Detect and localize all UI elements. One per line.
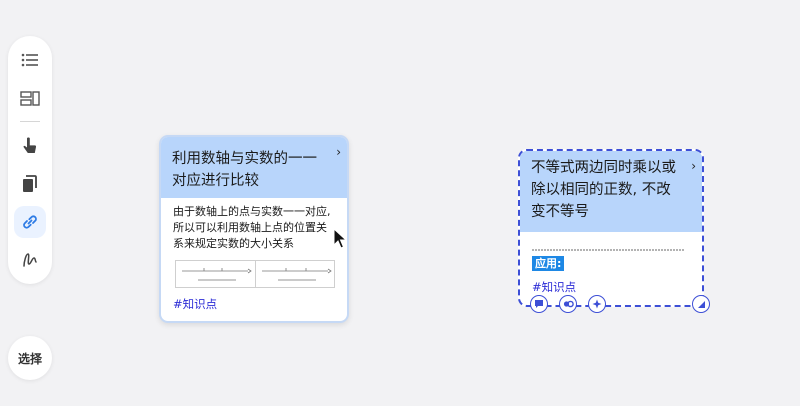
- application-badge: 应用:: [532, 256, 565, 271]
- card-layout-icon[interactable]: [14, 82, 46, 114]
- list-view-icon[interactable]: [14, 44, 46, 76]
- comment-icon[interactable]: [530, 295, 548, 313]
- chevron-right-icon[interactable]: ›: [691, 155, 696, 177]
- left-toolbar: [8, 36, 52, 284]
- mouse-cursor-icon: [333, 228, 347, 249]
- pointer-hand-icon[interactable]: [14, 130, 46, 162]
- number-line-diagram: [175, 260, 335, 288]
- knowledge-tag[interactable]: #知识点: [161, 288, 347, 312]
- card-header: 不等式两边同时乘以或除以相同的正数, 不改变不等号 ›: [520, 151, 702, 232]
- copy-pages-icon[interactable]: [14, 168, 46, 200]
- chevron-right-icon[interactable]: ›: [336, 141, 341, 163]
- card-body: 由于数轴上的点与实数一一对应,所以可以利用数轴上点的位置关系来规定实数的大小关系: [173, 205, 331, 250]
- freehand-draw-icon[interactable]: [14, 244, 46, 276]
- card-header: 利用数轴与实数的一一对应进行比较 ›: [161, 137, 347, 198]
- ai-sparkle-icon[interactable]: [588, 295, 606, 313]
- number-line-left: [176, 261, 256, 287]
- resize-handle-icon[interactable]: [692, 295, 710, 313]
- toolbar-divider: [20, 121, 40, 122]
- card-title: 不等式两边同时乘以或除以相同的正数, 不改变不等号: [531, 160, 676, 220]
- knowledge-tag[interactable]: #知识点: [520, 271, 702, 295]
- select-button[interactable]: 选择: [8, 336, 52, 380]
- card-snippet-line: [532, 238, 692, 251]
- knowledge-card-1[interactable]: 利用数轴与实数的一一对应进行比较 › 由于数轴上的点与实数一一对应,所以可以利用…: [159, 135, 349, 323]
- number-line-right: [256, 261, 335, 287]
- card-title: 利用数轴与实数的一一对应进行比较: [172, 151, 317, 189]
- link-icon[interactable]: [14, 206, 46, 238]
- knowledge-card-2[interactable]: 不等式两边同时乘以或除以相同的正数, 不改变不等号 › 应用: #知识点: [518, 149, 704, 307]
- link-cards-icon[interactable]: [559, 295, 577, 313]
